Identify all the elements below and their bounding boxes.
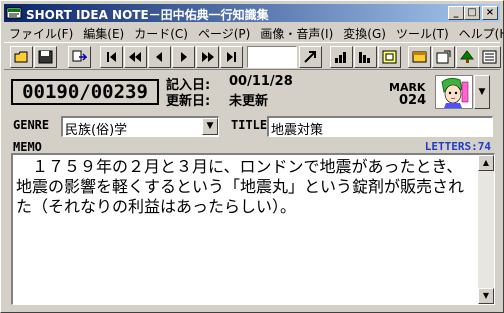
frame-button[interactable] bbox=[378, 46, 401, 68]
menu-page[interactable]: ページ(P) bbox=[193, 23, 255, 44]
first-card-icon bbox=[107, 52, 116, 62]
save-icon bbox=[38, 50, 53, 64]
menu-image-sound[interactable]: 画像・音声(I) bbox=[255, 23, 338, 44]
save-button[interactable] bbox=[34, 46, 57, 68]
last-card-icon bbox=[227, 52, 236, 62]
character-avatar-icon bbox=[436, 76, 472, 108]
rewind-button[interactable] bbox=[124, 46, 147, 68]
first-card-button[interactable] bbox=[100, 46, 123, 68]
next-card-button[interactable] bbox=[172, 46, 195, 68]
tree-button[interactable] bbox=[456, 46, 479, 68]
update-date: 未更新 bbox=[229, 94, 269, 109]
open-button[interactable] bbox=[10, 46, 33, 68]
title-bar[interactable]: SHORT IDEA NOTE－田中佑典一行知識集 _ □ × bbox=[4, 4, 500, 22]
menu-file[interactable]: ファイル(F) bbox=[4, 23, 78, 44]
next-card-icon bbox=[181, 52, 187, 62]
memo-textarea[interactable]: １７５９年の２月と３月に、ロンドンで地震があったとき、地震の影響を軽くするという… bbox=[11, 153, 495, 305]
memo-scrollbar[interactable]: ▲ ▼ bbox=[478, 155, 494, 304]
menu-card[interactable]: カード(C) bbox=[129, 23, 193, 44]
fast-forward-button[interactable] bbox=[196, 46, 219, 68]
frame-icon bbox=[382, 50, 397, 64]
window-icon bbox=[412, 51, 427, 63]
card-counter: 00190/00239 bbox=[11, 79, 159, 105]
rewind-icon bbox=[129, 52, 141, 62]
genre-label: GENRE bbox=[13, 118, 50, 132]
app-icon bbox=[6, 7, 22, 19]
entry-date: 00/11/28 bbox=[229, 74, 293, 89]
genre-value: 民族(俗)学 bbox=[65, 123, 128, 138]
memo-text[interactable]: １７５９年の２月と３月に、ロンドンで地震があったとき、地震の影響を軽くするという… bbox=[16, 157, 474, 217]
last-card-button[interactable] bbox=[220, 46, 243, 68]
toolbar bbox=[4, 42, 501, 70]
app-window: SHORT IDEA NOTE－田中佑典一行知識集 _ □ × ファイル(F) 編… bbox=[0, 0, 504, 313]
memo-label: MEMO bbox=[13, 140, 42, 154]
sort-desc-icon bbox=[359, 52, 370, 63]
minimize-button[interactable]: _ bbox=[448, 6, 464, 20]
jump-button[interactable] bbox=[299, 46, 322, 68]
window-title: SHORT IDEA NOTE－田中佑典一行知識集 bbox=[26, 8, 269, 22]
fast-forward-icon bbox=[202, 52, 214, 62]
menu-edit[interactable]: 編集(E) bbox=[78, 23, 129, 44]
chevron-down-icon[interactable]: ▼ bbox=[202, 118, 218, 135]
update-date-label: 更新日: bbox=[166, 94, 211, 109]
menu-bar: ファイル(F) 編集(E) カード(C) ページ(P) 画像・音声(I) 変換(G) ツール… bbox=[4, 23, 504, 44]
sort-asc-button[interactable] bbox=[330, 46, 353, 68]
scroll-up-button[interactable]: ▲ bbox=[478, 155, 494, 171]
list-view-button[interactable] bbox=[478, 46, 501, 68]
export-button[interactable] bbox=[68, 46, 91, 68]
window-button[interactable] bbox=[408, 46, 431, 68]
export-icon bbox=[72, 50, 87, 62]
genre-select[interactable]: 民族(俗)学 ▼ bbox=[61, 116, 219, 138]
scroll-down-button[interactable]: ▼ bbox=[478, 288, 494, 304]
tree-icon bbox=[460, 50, 474, 63]
jump-input[interactable] bbox=[247, 46, 297, 68]
prev-card-icon bbox=[156, 52, 162, 62]
sort-asc-icon bbox=[335, 52, 346, 63]
title-label: TITLE bbox=[231, 118, 268, 132]
prev-card-button[interactable] bbox=[148, 46, 171, 68]
jump-icon bbox=[304, 51, 316, 63]
menu-help[interactable]: ヘルプ(H) bbox=[454, 23, 504, 44]
sort-desc-button[interactable] bbox=[354, 46, 377, 68]
card-edit-icon bbox=[436, 50, 451, 64]
list-view-icon bbox=[482, 50, 497, 64]
mark-value: 024 bbox=[399, 93, 427, 108]
letters-count: LETTERS:74 bbox=[424, 140, 491, 153]
avatar-dropdown-button[interactable]: ▼ bbox=[474, 75, 490, 109]
open-folder-icon bbox=[14, 51, 28, 63]
maximize-button[interactable]: □ bbox=[464, 6, 480, 20]
menu-convert[interactable]: 変換(G) bbox=[338, 23, 391, 44]
mark-avatar[interactable] bbox=[435, 75, 473, 109]
close-button[interactable]: × bbox=[482, 6, 498, 20]
menu-tools[interactable]: ツール(T) bbox=[391, 23, 454, 44]
card-edit-button[interactable] bbox=[432, 46, 455, 68]
title-input[interactable]: 地震対策 bbox=[267, 116, 493, 138]
